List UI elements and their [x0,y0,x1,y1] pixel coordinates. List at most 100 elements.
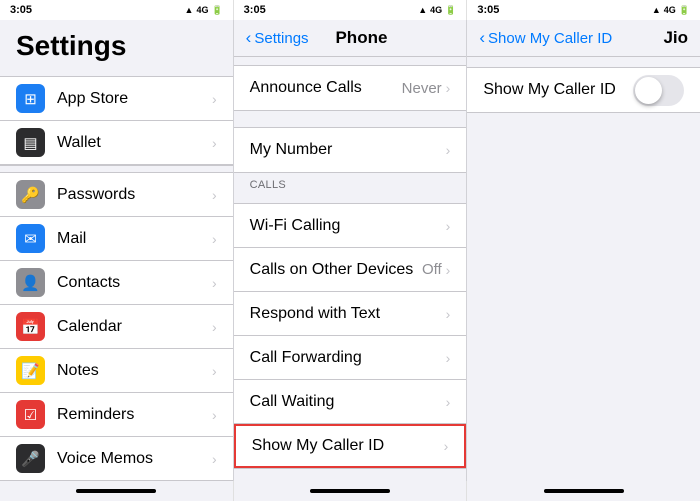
settings-item-passwords[interactable]: 🔑 Passwords › [0,173,233,217]
chevron-icon: › [446,218,451,234]
chevron-icon: › [446,394,451,410]
phone-item-wificalling[interactable]: Wi-Fi Calling › [234,204,467,248]
settings-title: Settings [0,20,233,68]
phone-title: Phone [309,28,415,48]
network-1: 4G [196,5,208,15]
signal-icon-1: ▲ [185,5,194,15]
reminders-icon: ☑ [16,400,45,429]
settings-panel: Settings ⊞ App Store › ▤ Wallet › [0,20,234,481]
appstore-icon: ⊞ [16,84,45,113]
settings-group-1: ⊞ App Store › ▤ Wallet › 🔑 Passwords › [0,76,233,481]
phone-calls-group: Wi-Fi Calling › Calls on Other Devices O… [234,203,467,469]
phone-item-mynumber[interactable]: My Number › [234,128,467,172]
phone-panel: ‹ Settings Phone Announce Calls Never › … [234,20,468,481]
voicememos-label: Voice Memos [57,450,212,468]
phone-item-callwaiting[interactable]: Call Waiting › [234,380,467,424]
home-indicator-1 [76,489,156,493]
settings-item-reminders[interactable]: ☑ Reminders › [0,393,233,437]
chevron-icon: › [212,407,217,423]
mail-icon: ✉ [16,224,45,253]
calls-section-label: CALLS [234,173,467,195]
back-chevron-icon: ‹ [479,28,485,48]
mail-label: Mail [57,230,212,248]
settings-item-wallet[interactable]: ▤ Wallet › [0,121,233,165]
settings-item-appstore[interactable]: ⊞ App Store › [0,77,233,121]
status-icons-3: ▲ 4G 🔋 [652,5,690,16]
announcecalls-value: Never [402,80,442,97]
callerid-content: Show My Caller ID [467,57,700,481]
settings-item-contacts[interactable]: 👤 Contacts › [0,261,233,305]
status-bar-1: 3:05 ▲ 4G 🔋 [0,0,234,20]
respondtext-label: Respond with Text [250,305,446,323]
phone-item-respondtext[interactable]: Respond with Text › [234,292,467,336]
chevron-icon: › [212,451,217,467]
chevron-icon: › [212,363,217,379]
wallet-icon: ▤ [16,128,45,157]
reminders-label: Reminders [57,406,212,424]
passwords-label: Passwords [57,186,212,204]
chevron-icon: › [446,306,451,322]
callwaiting-label: Call Waiting [250,393,446,411]
mynumber-label: My Number [250,141,446,159]
callforward-label: Call Forwarding [250,349,446,367]
phone-list: Announce Calls Never › My Number › CALLS… [234,57,467,481]
bottom-bars [0,481,700,501]
voicememos-icon: 🎤 [16,444,45,473]
chevron-icon: › [446,262,451,278]
settings-item-mail[interactable]: ✉ Mail › [0,217,233,261]
callerid-nav: ‹ Show My Caller ID Jio [479,28,688,50]
status-bar-3: 3:05 ▲ 4G 🔋 [467,0,700,20]
contacts-icon: 👤 [16,268,45,297]
home-indicator-3 [544,489,624,493]
phone-item-callsonother[interactable]: Calls on Other Devices Off › [234,248,467,292]
chevron-icon: › [212,231,217,247]
status-bars: 3:05 ▲ 4G 🔋 3:05 ▲ 4G 🔋 3:05 ▲ 4G 🔋 [0,0,700,20]
toggle-thumb [635,77,662,104]
callerid-item: Show My Caller ID [467,68,700,112]
callerid-back-button[interactable]: ‹ Show My Caller ID [479,28,612,48]
callerid-nav-right: Jio [648,28,688,48]
phone-item-showcallerid[interactable]: Show My Caller ID › [234,424,467,468]
chevron-icon: › [212,275,217,291]
chevron-icon: › [212,135,217,151]
chevron-icon: › [446,142,451,158]
phone-item-callforward[interactable]: Call Forwarding › [234,336,467,380]
settings-item-calendar[interactable]: 📅 Calendar › [0,305,233,349]
callerid-toggle[interactable] [633,75,684,106]
battery-icon-1: 🔋 [211,5,222,16]
settings-list: ⊞ App Store › ▤ Wallet › 🔑 Passwords › [0,68,233,481]
phone-back-button[interactable]: ‹ Settings [246,28,309,48]
network-2: 4G [430,5,442,15]
time-2: 3:05 [244,4,266,16]
callsonother-label: Calls on Other Devices [250,261,422,279]
chevron-icon: › [444,438,449,454]
bottom-panel-3 [467,481,700,501]
passwords-icon: 🔑 [16,180,45,209]
time-3: 3:05 [477,4,499,16]
status-icons-2: ▲ 4G 🔋 [418,5,456,16]
home-indicator-2 [310,489,390,493]
time-1: 3:05 [10,4,32,16]
phone-mynumber-group: My Number › [234,127,467,173]
calendar-label: Calendar [57,318,212,336]
signal-icon-2: ▲ [418,5,427,15]
callerid-back-label: Show My Caller ID [488,30,612,47]
phone-nav: ‹ Settings Phone [246,28,455,50]
callsonother-value: Off [422,261,442,278]
callerid-panel: ‹ Show My Caller ID Jio Show My Caller I… [467,20,700,481]
phone-back-label: Settings [254,30,308,47]
announcecalls-label: Announce Calls [250,79,402,97]
status-bar-2: 3:05 ▲ 4G 🔋 [234,0,468,20]
chevron-icon: › [212,91,217,107]
chevron-icon: › [212,187,217,203]
bottom-panel-2 [234,481,468,501]
chevron-icon: › [446,80,451,96]
status-icons-1: ▲ 4G 🔋 [185,5,223,16]
chevron-icon: › [446,350,451,366]
settings-item-voicememos[interactable]: 🎤 Voice Memos › [0,437,233,481]
settings-item-notes[interactable]: 📝 Notes › [0,349,233,393]
phone-top-group: Announce Calls Never › [234,65,467,111]
callerid-label: Show My Caller ID [483,81,633,99]
callerid-panel-header: ‹ Show My Caller ID Jio [467,20,700,57]
phone-item-announcecalls[interactable]: Announce Calls Never › [234,66,467,110]
